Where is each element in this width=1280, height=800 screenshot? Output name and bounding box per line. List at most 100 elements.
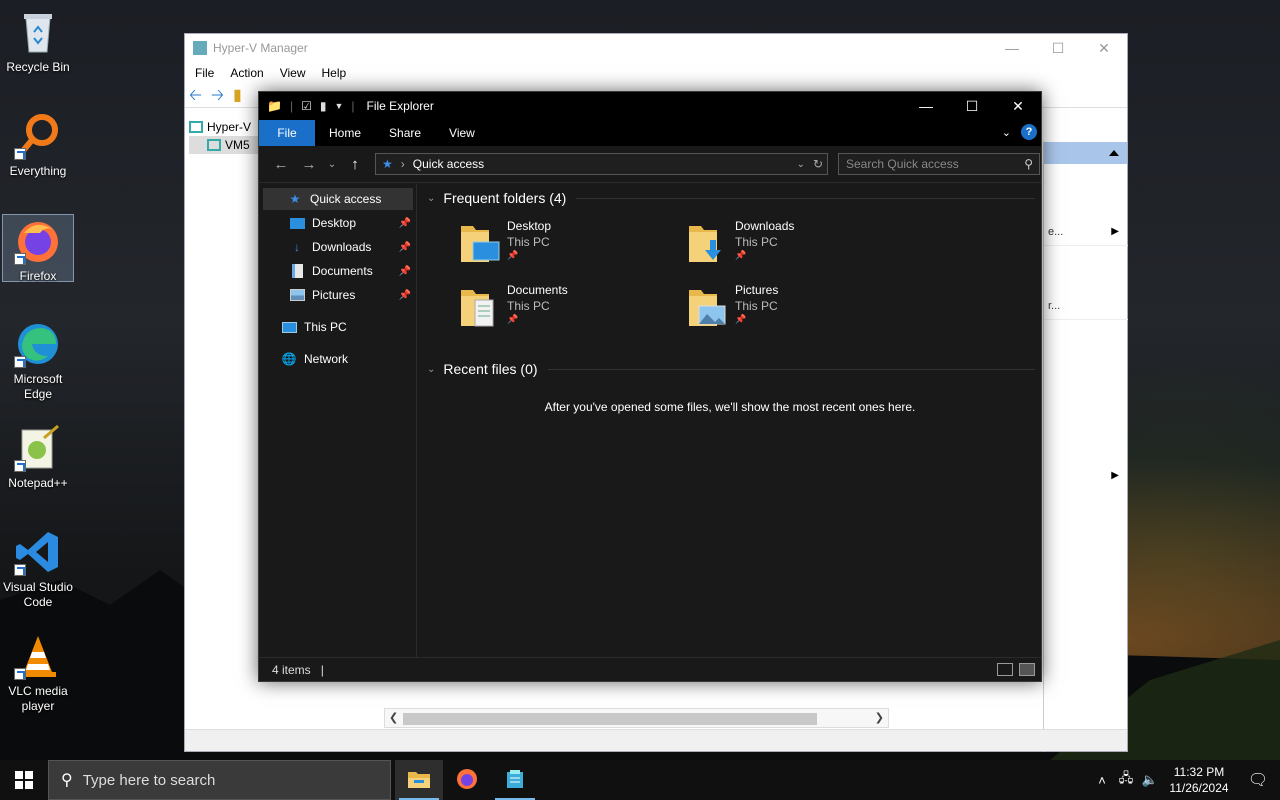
desktop-icon-vscode[interactable]: Visual Studio Code (2, 528, 74, 610)
properties-icon[interactable]: ☑ (301, 99, 312, 113)
pin-icon: 📌 (507, 314, 519, 324)
folder-tile-desktop[interactable]: Desktop This PC 📌 (459, 218, 679, 270)
desktop-icon-everything[interactable]: Everything (2, 112, 74, 179)
sidebar-item-this-pc[interactable]: This PC (259, 316, 417, 338)
up-arrow-icon[interactable]: ↑ (341, 156, 369, 173)
desktop-icon-firefox[interactable]: Firefox (2, 214, 74, 283)
firefox-icon (456, 768, 478, 793)
action-center-icon[interactable]: 🗨 (1236, 770, 1280, 790)
menu-action[interactable]: Action (230, 66, 263, 80)
sidebar-item-documents[interactable]: Documents 📌 (259, 260, 417, 282)
forward-arrow-icon[interactable]: → (295, 156, 323, 173)
folder-tile-downloads[interactable]: Downloads This PC 📌 (687, 218, 907, 270)
menu-help[interactable]: Help (322, 66, 347, 80)
taskbar-search-box[interactable]: ⚲ Type here to search (48, 760, 391, 800)
menu-file[interactable]: File (195, 66, 214, 80)
file-explorer-icon (408, 770, 430, 791)
hyperv-titlebar[interactable]: Hyper-V Manager (185, 34, 1127, 62)
desktop-icon-notepadpp[interactable]: Notepad++ (2, 424, 74, 491)
scrollbar-thumb[interactable] (403, 713, 817, 725)
search-box[interactable]: ⚲ (838, 153, 1040, 175)
address-dropdown-icon[interactable]: ⌄ (797, 159, 805, 170)
large-icons-view-icon[interactable] (1019, 663, 1035, 676)
pin-icon[interactable]: 📌 (399, 242, 411, 253)
back-arrow-icon[interactable]: 🡠 (189, 87, 207, 103)
file-explorer-window[interactable]: 📁 | ☑ ▮ ▼ | File Explorer — ☐ ✕ File Hom… (258, 91, 1042, 682)
pin-icon[interactable]: 📌 (399, 266, 411, 277)
ribbon-tabs: File Home Share View ⌄ ? (259, 120, 1041, 146)
notepadpp-icon (14, 424, 62, 472)
desktop-icon-label: VLC media player (8, 684, 68, 713)
desktop-icon (289, 216, 305, 230)
back-arrow-icon[interactable]: ← (267, 156, 295, 173)
item-count: 4 items (272, 662, 311, 677)
sidebar-item-downloads[interactable]: ↓ Downloads 📌 (259, 236, 417, 258)
search-input[interactable] (846, 157, 1016, 171)
forward-arrow-icon[interactable]: 🡢 (211, 87, 229, 103)
maximize-button[interactable]: ☐ (1035, 34, 1081, 62)
scroll-right-icon[interactable]: ❯ (875, 711, 884, 724)
collapse-chevron-icon[interactable]: ⌄ (427, 364, 435, 375)
desktop-icon-label: Firefox (19, 269, 57, 283)
scroll-left-icon[interactable]: ❮ (389, 711, 398, 724)
group-header-frequent[interactable]: ⌄ Frequent folders (4) (423, 188, 1035, 208)
shortcut-arrow-icon (14, 356, 26, 368)
pin-icon[interactable]: 📌 (399, 290, 411, 301)
sidebar-item-pictures[interactable]: Pictures 📌 (259, 284, 417, 306)
vlc-cone-icon (14, 632, 62, 680)
close-button[interactable]: ✕ (1081, 34, 1127, 62)
help-icon[interactable]: ? (1021, 124, 1037, 140)
breadcrumb-separator-icon[interactable]: › (401, 157, 405, 171)
customize-toolbar-icon[interactable]: ▼ (334, 101, 343, 111)
folder-location: This PC (735, 235, 778, 249)
taskbar-file-explorer[interactable] (395, 760, 443, 800)
clock[interactable]: 11:32 PM 11/26/2024 (1162, 764, 1236, 796)
refresh-icon[interactable]: ↻ (813, 157, 823, 171)
tab-share[interactable]: Share (375, 120, 435, 146)
sidebar-item-desktop[interactable]: Desktop 📌 (259, 212, 417, 234)
search-icon[interactable]: ⚲ (1024, 157, 1033, 171)
sidebar-item-quick-access[interactable]: ★ Quick access (263, 188, 413, 210)
details-view-icon[interactable] (997, 663, 1013, 676)
network-icon[interactable]: 🖧 (1114, 769, 1138, 791)
clock-time: 11:32 PM (1173, 765, 1225, 779)
desktop-icon-vlc[interactable]: VLC media player (2, 632, 74, 714)
taskbar-firefox[interactable] (443, 760, 491, 800)
actions-header[interactable] (1044, 142, 1127, 164)
pin-icon[interactable]: 📌 (399, 218, 411, 229)
close-button[interactable]: ✕ (995, 92, 1041, 120)
explorer-titlebar[interactable]: 📁 | ☑ ▮ ▼ | File Explorer — ☐ ✕ (259, 92, 1041, 120)
hyperv-manager-icon (504, 768, 526, 793)
new-folder-icon[interactable]: ▮ (320, 99, 327, 113)
tab-file[interactable]: File (259, 120, 315, 146)
address-bar[interactable]: ★ › Quick access ⌄ ↻ (375, 153, 828, 175)
folder-tile-documents[interactable]: Documents This PC 📌 (459, 282, 679, 334)
tab-view[interactable]: View (435, 120, 489, 146)
menu-view[interactable]: View (280, 66, 306, 80)
recent-locations-chevron-icon[interactable]: ⌄ (323, 159, 341, 170)
minimize-button[interactable]: — (989, 34, 1035, 62)
expand-ribbon-chevron-icon[interactable]: ⌄ (1002, 126, 1011, 139)
horizontal-scrollbar[interactable]: ❮ ❯ (384, 708, 889, 728)
maximize-button[interactable]: ☐ (949, 92, 995, 120)
minimize-button[interactable]: — (903, 92, 949, 120)
start-button[interactable] (0, 760, 48, 800)
tree-item-hyperv[interactable]: Hyper-V (189, 118, 259, 136)
desktop-icon-edge[interactable]: Microsoft Edge (2, 320, 74, 402)
desktop-icon-recycle-bin[interactable]: Recycle Bin (2, 8, 74, 75)
recycle-bin-icon (14, 8, 62, 56)
collapse-chevron-icon[interactable]: ⌄ (427, 193, 435, 204)
submenu-arrow-icon: ▶ (1111, 226, 1119, 237)
tree-item-vm5[interactable]: VM5 (189, 136, 259, 154)
action-row[interactable]: r... (1044, 300, 1128, 320)
show-hidden-icons-chevron-icon[interactable]: ˄ (1090, 773, 1114, 788)
tab-home[interactable]: Home (315, 120, 375, 146)
sidebar-item-network[interactable]: 🌐 Network (259, 348, 417, 370)
volume-muted-icon[interactable]: 🔈 (1138, 772, 1162, 788)
group-header-recent[interactable]: ⌄ Recent files (0) (423, 359, 1035, 379)
pin-icon: 📌 (507, 250, 519, 260)
taskbar-hyperv-manager[interactable] (491, 760, 539, 800)
folder-tile-pictures[interactable]: Pictures This PC 📌 (687, 282, 907, 334)
folder-up-icon[interactable]: ▮ (233, 87, 251, 103)
breadcrumb-quick-access[interactable]: Quick access (413, 157, 484, 171)
